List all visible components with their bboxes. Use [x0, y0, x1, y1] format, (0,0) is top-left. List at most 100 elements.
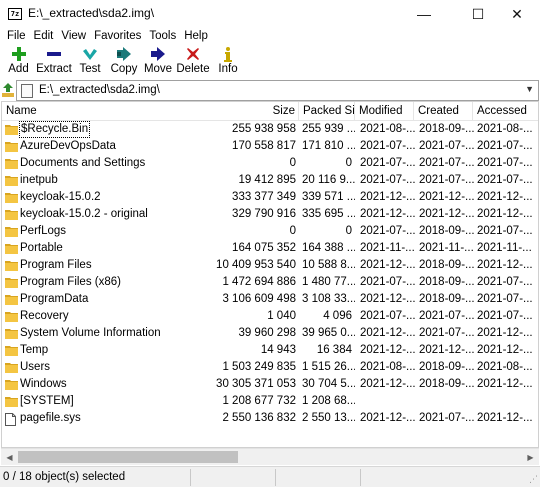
- info-icon: [220, 46, 236, 62]
- file-list: Name Size Packed Si... Modified Created …: [1, 101, 539, 448]
- file-name: pagefile.sys: [20, 412, 81, 424]
- packed-size: 10 588 8...: [302, 259, 355, 271]
- add-button[interactable]: Add: [2, 45, 35, 79]
- minimize-button[interactable]: —: [401, 0, 447, 28]
- packed-size: 20 116 9...: [302, 174, 355, 186]
- packed-size: 30 704 5...: [302, 378, 355, 390]
- menu-file[interactable]: File: [3, 28, 30, 45]
- folder-icon: [5, 141, 18, 152]
- folder-icon: [5, 345, 18, 356]
- check-icon: [82, 46, 98, 62]
- file-name: keycloak-15.0.2: [20, 191, 101, 203]
- table-row[interactable]: [SYSTEM] 1 208 677 732 1 208 68...: [2, 393, 538, 410]
- chevron-down-icon[interactable]: ▼: [525, 84, 534, 94]
- packed-size: 164 388 ...: [302, 242, 355, 254]
- packed-size: 16 384: [316, 344, 352, 356]
- copy-button[interactable]: Copy: [107, 45, 141, 79]
- modified-date: [357, 393, 415, 410]
- table-row[interactable]: ProgramData 3 106 609 498 3 108 33... 2021-…: [2, 291, 538, 308]
- table-row[interactable]: Documents and Settings 0 0 2021-07-... 2021-…: [2, 155, 538, 172]
- folder-icon: [5, 158, 18, 169]
- table-row[interactable]: Program Files 10 409 953 540 10 588 8... 20…: [2, 257, 538, 274]
- accessed-date: 2021-08-...: [477, 361, 533, 373]
- table-row[interactable]: Portable 164 075 352 164 388 ... 2021-11-..…: [2, 240, 538, 257]
- menu-view[interactable]: View: [57, 28, 90, 45]
- packed-size: 3 108 33...: [302, 293, 355, 305]
- move-button[interactable]: Move: [141, 45, 175, 79]
- file-size: 0: [289, 157, 296, 169]
- file-name: keycloak-15.0.2 - original: [20, 208, 148, 220]
- column-accessed[interactable]: Accessed: [473, 102, 538, 121]
- menu-help[interactable]: Help: [180, 28, 212, 45]
- file-size: 0: [289, 225, 296, 237]
- menu-favorites[interactable]: Favorites: [90, 28, 145, 45]
- table-row[interactable]: inetpub 19 412 895 20 116 9... 2021-07-... 2…: [2, 172, 538, 189]
- modified-date: 2021-07-...: [360, 276, 415, 288]
- table-row[interactable]: keycloak-15.0.2 333 377 349 339 571 ... 202…: [2, 189, 538, 206]
- modified-date: 2021-12-...: [360, 208, 415, 220]
- file-rows: $Recycle.Bin 255 938 958 255 939 ... 2021-0…: [2, 121, 538, 427]
- packed-size: 2 550 13...: [302, 412, 355, 424]
- folder-icon: [5, 226, 18, 237]
- modified-date: 2021-08-...: [360, 123, 415, 135]
- menu-tools[interactable]: Tools: [145, 28, 180, 45]
- modified-date: 2021-08-...: [360, 361, 415, 373]
- up-folder-icon[interactable]: [2, 83, 14, 97]
- created-date: 2021-11-...: [419, 242, 474, 254]
- created-date: 2018-09-...: [419, 293, 474, 305]
- column-created[interactable]: Created: [414, 102, 473, 121]
- scroll-right-icon[interactable]: ▶: [522, 449, 539, 466]
- table-row[interactable]: Program Files (x86) 1 472 694 886 1 480 77…: [2, 274, 538, 291]
- table-row[interactable]: Users 1 503 249 835 1 515 26... 2021-08-...…: [2, 359, 538, 376]
- file-size: 1 208 677 732: [222, 395, 296, 407]
- move-label: Move: [143, 63, 173, 75]
- folder-icon: [5, 277, 18, 288]
- menu-edit[interactable]: Edit: [30, 28, 58, 45]
- accessed-date: 2021-12-...: [477, 259, 533, 271]
- table-row[interactable]: Temp 14 943 16 384 2021-12-... 2021-12-... 20…: [2, 342, 538, 359]
- column-size[interactable]: Size: [260, 102, 299, 121]
- accessed-date: 2021-07-...: [477, 157, 533, 169]
- selection-count: 0 / 18 object(s) selected: [3, 471, 126, 483]
- column-modified[interactable]: Modified: [355, 102, 414, 121]
- file-name: Program Files (x86): [20, 276, 121, 288]
- file-name: Temp: [20, 344, 49, 356]
- address-input[interactable]: E:\_extracted\sda2.img\ ▼: [16, 80, 539, 101]
- accessed-date: 2021-12-...: [477, 412, 533, 424]
- table-row[interactable]: PerfLogs 0 0 2021-07-... 2018-09-... 2021-07-…: [2, 223, 538, 240]
- column-name[interactable]: Name: [2, 102, 299, 121]
- created-date: 2021-12-...: [419, 344, 474, 356]
- folder-icon: [5, 311, 18, 322]
- scroll-left-icon[interactable]: ◀: [1, 449, 18, 466]
- table-row[interactable]: System Volume Information 39 960 298 39 96…: [2, 325, 538, 342]
- column-packed-size[interactable]: Packed Si...: [299, 102, 355, 121]
- horizontal-scrollbar[interactable]: ◀ ▶: [1, 448, 539, 465]
- x-icon: [185, 46, 201, 62]
- test-button[interactable]: Test: [73, 45, 107, 79]
- folder-icon: [5, 379, 18, 390]
- table-row[interactable]: Recovery 1 040 4 096 2021-07-... 2021-07-...…: [2, 308, 538, 325]
- created-date: 2021-12-...: [419, 191, 474, 203]
- extract-button[interactable]: Extract: [35, 45, 73, 79]
- resize-grip-icon[interactable]: ⋰: [529, 474, 538, 485]
- file-name: PerfLogs: [20, 225, 67, 237]
- scroll-thumb[interactable]: [18, 451, 238, 463]
- folder-icon: [5, 396, 18, 407]
- folder-icon: [5, 260, 18, 271]
- modified-date: 2021-07-...: [360, 157, 415, 169]
- packed-size: 39 965 0...: [302, 327, 355, 339]
- accessed-date: [474, 393, 538, 410]
- info-button[interactable]: Info: [211, 45, 245, 79]
- close-button[interactable]: ✕: [494, 0, 540, 28]
- folder-icon: [5, 328, 18, 339]
- table-row[interactable]: Windows 30 305 371 053 30 704 5... 2021-12-…: [2, 376, 538, 393]
- delete-button[interactable]: Delete: [175, 45, 211, 79]
- table-row[interactable]: keycloak-15.0.2 - original 329 790 916 335…: [2, 206, 538, 223]
- folder-icon: [5, 124, 18, 135]
- table-row[interactable]: AzureDevOpsData 170 558 817 171 810 ... 202…: [2, 138, 538, 155]
- table-row[interactable]: $Recycle.Bin 255 938 958 255 939 ... 2021-0…: [2, 121, 538, 138]
- packed-size: 171 810 ...: [302, 140, 355, 152]
- double-arrow-right-icon: [116, 46, 132, 62]
- accessed-date: 2021-12-...: [477, 344, 533, 356]
- table-row[interactable]: pagefile.sys 2 550 136 832 2 550 13... 2021…: [2, 410, 538, 427]
